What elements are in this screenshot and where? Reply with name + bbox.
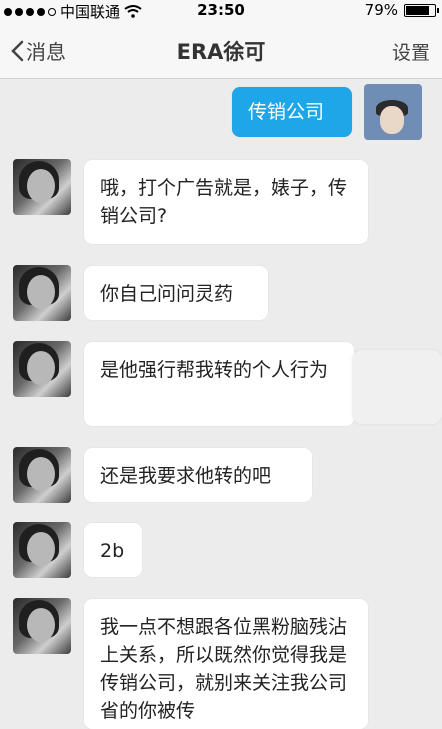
status-bar: 中国联通 23:50 79% [0, 0, 442, 22]
page-title: ERA徐可 [176, 40, 266, 64]
nav-bar: 消息 ERA徐可 设置 [0, 22, 442, 79]
contact-avatar[interactable] [13, 341, 71, 397]
contact-avatar[interactable] [13, 447, 71, 503]
contact-avatar[interactable] [13, 159, 71, 215]
battery-percent: 79% [364, 1, 398, 19]
message-bubble-received[interactable]: 你自己问问灵药 [84, 266, 268, 320]
message-bubble-received[interactable]: 是他强行帮我转的个人行为 [84, 342, 354, 426]
my-avatar[interactable] [364, 84, 422, 140]
contact-avatar[interactable] [13, 598, 71, 654]
contact-avatar[interactable] [13, 265, 71, 321]
settings-button[interactable]: 设置 [392, 38, 430, 65]
faded-overlay [352, 350, 442, 424]
battery-icon [404, 3, 439, 17]
message-bubble-received[interactable]: 哦，打个广告就是，婊子，传销公司? [84, 160, 368, 244]
message-bubble-received[interactable]: 我一点不想跟各位黑粉脑残沾上关系，所以既然你觉得我是传销公司，就别来关注我公司 … [84, 599, 368, 729]
message-bubble-received[interactable]: 还是我要求他转的吧 [84, 448, 312, 502]
contact-avatar[interactable] [13, 522, 71, 578]
message-bubble-sent[interactable]: 传销公司 [232, 87, 352, 137]
message-bubble-received[interactable]: 2b [84, 523, 142, 577]
